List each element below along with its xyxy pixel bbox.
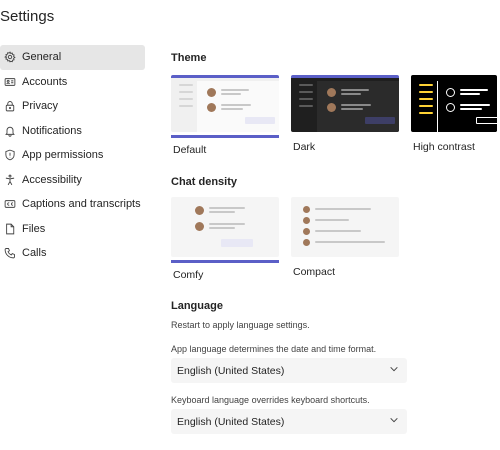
- density-option-compact[interactable]: Compact: [291, 197, 399, 278]
- sidebar-item-accounts[interactable]: Accounts: [0, 70, 145, 95]
- app-language-select[interactable]: English (United States): [171, 358, 407, 383]
- theme-option-dark[interactable]: Dark: [291, 75, 399, 153]
- sidebar-item-calls[interactable]: Calls: [0, 241, 145, 266]
- id-card-icon: [3, 75, 16, 88]
- density-option-comfy[interactable]: Comfy: [171, 197, 279, 281]
- sidebar-item-general[interactable]: General: [0, 45, 145, 70]
- density-option-label: Comfy: [173, 269, 204, 281]
- file-icon: [3, 222, 16, 235]
- sidebar-item-label: Accounts: [22, 75, 68, 88]
- chat-density-section-title: Chat density: [171, 176, 238, 188]
- theme-option-label: Dark: [293, 141, 316, 153]
- density-preview-compact: [291, 197, 399, 257]
- sidebar-item-label: General: [22, 51, 62, 64]
- theme-option-label: Default: [173, 144, 207, 156]
- selected-indicator: [171, 135, 279, 138]
- sidebar-item-notifications[interactable]: Notifications: [0, 119, 145, 144]
- sidebar-item-label: Files: [22, 222, 46, 235]
- theme-option-label: High contrast: [413, 141, 475, 153]
- language-section-title: Language: [171, 300, 223, 312]
- theme-preview-dark: [291, 75, 399, 132]
- accessibility-icon: [3, 173, 16, 186]
- keyboard-language-value: English (United States): [177, 415, 285, 428]
- sidebar-item-label: Accessibility: [22, 173, 82, 186]
- theme-preview-high-contrast: [411, 75, 497, 132]
- sidebar-item-privacy[interactable]: Privacy: [0, 94, 145, 119]
- settings-sidebar: General Accounts Privacy Notifications A…: [0, 45, 145, 266]
- sidebar-item-accessibility[interactable]: Accessibility: [0, 168, 145, 193]
- theme-section-title: Theme: [171, 52, 207, 64]
- sidebar-item-label: Calls: [22, 247, 47, 260]
- theme-option-default[interactable]: Default: [171, 75, 279, 156]
- density-preview-comfy: [171, 197, 279, 257]
- app-language-value: English (United States): [177, 364, 285, 377]
- sidebar-item-app-permissions[interactable]: App permissions: [0, 143, 145, 168]
- sidebar-item-label: Privacy: [22, 100, 59, 113]
- sidebar-item-captions[interactable]: Captions and transcripts: [0, 192, 145, 217]
- chevron-down-icon: [389, 364, 399, 377]
- selected-indicator: [171, 260, 279, 263]
- sidebar-item-files[interactable]: Files: [0, 217, 145, 242]
- lock-icon: [3, 100, 16, 113]
- theme-preview-default: [171, 75, 279, 132]
- chevron-down-icon: [389, 415, 399, 428]
- sidebar-item-label: Captions and transcripts: [22, 198, 141, 211]
- bell-icon: [3, 124, 16, 137]
- keyboard-language-select[interactable]: English (United States): [171, 409, 407, 434]
- phone-icon: [3, 247, 16, 260]
- keyboard-language-hint: Keyboard language overrides keyboard sho…: [171, 395, 370, 405]
- page-title: Settings: [0, 8, 55, 25]
- shield-icon: [3, 149, 16, 162]
- sidebar-item-label: App permissions: [22, 149, 104, 162]
- sidebar-item-label: Notifications: [22, 124, 82, 137]
- density-option-label: Compact: [293, 266, 336, 278]
- gear-icon: [3, 51, 16, 64]
- restart-note: Restart to apply language settings.: [171, 320, 310, 330]
- theme-option-high-contrast[interactable]: High contrast: [411, 75, 497, 153]
- closed-captions-icon: [3, 198, 16, 211]
- app-language-hint: App language determines the date and tim…: [171, 344, 377, 354]
